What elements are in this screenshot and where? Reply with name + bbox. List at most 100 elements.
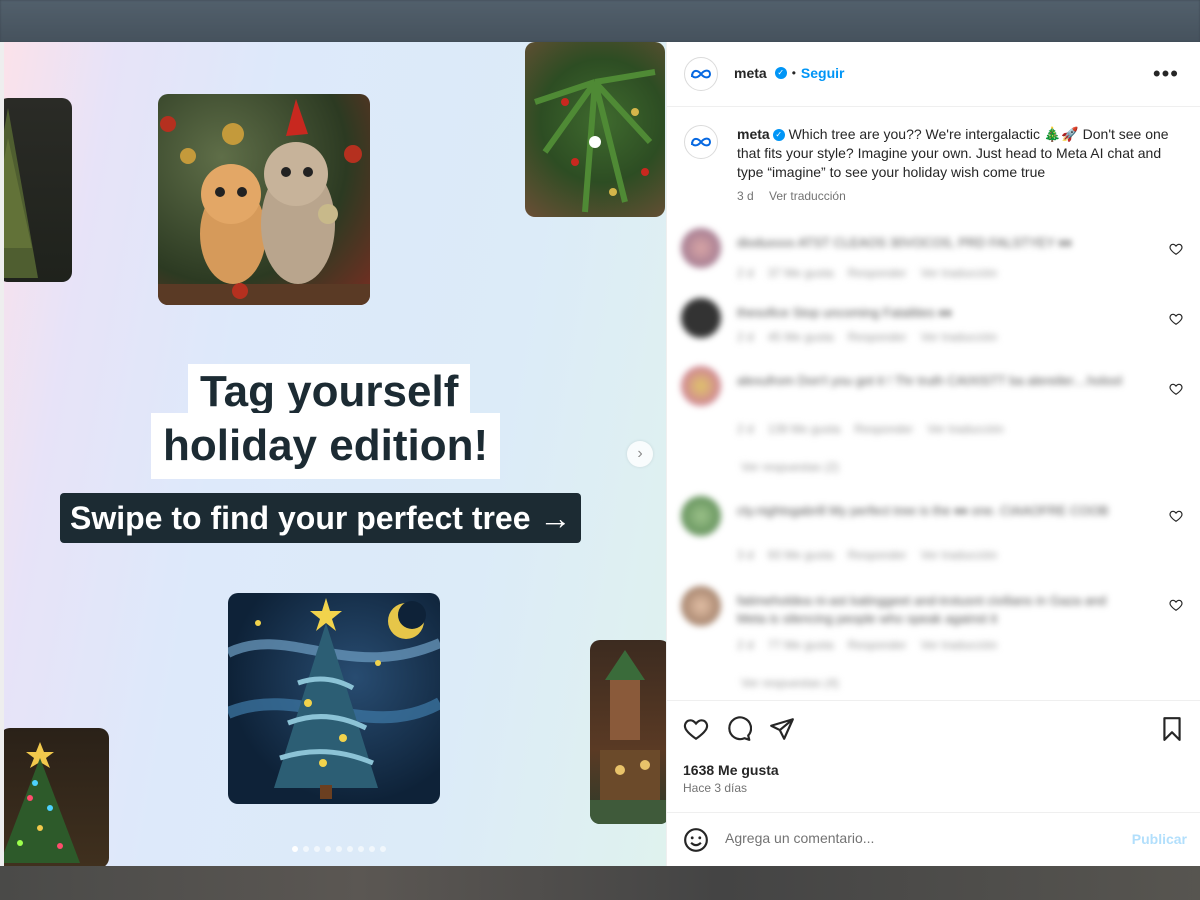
comment-age: 2 d	[737, 330, 754, 344]
comment-likes[interactable]: 45 Me gusta	[768, 330, 834, 344]
reply-link[interactable]: Responder	[848, 330, 907, 344]
comment-text: cty.nightsgabrill My perfect tree is the…	[737, 503, 1109, 518]
comment-likes[interactable]: 77 Me gusta	[768, 638, 834, 652]
carousel-next-button[interactable]: ›	[627, 441, 653, 467]
post-header-user: meta ✓ • Seguir	[734, 65, 844, 81]
translate-link[interactable]: Ver traducción	[927, 422, 1004, 436]
more-options-icon[interactable]: •••	[1153, 61, 1179, 87]
carousel-dot[interactable]	[336, 846, 342, 852]
comment-like-heart-icon[interactable]	[1169, 382, 1183, 396]
actions-divider	[667, 700, 1200, 701]
avatar[interactable]	[681, 496, 721, 536]
meta-avatar[interactable]	[684, 57, 718, 91]
post-username[interactable]: meta	[734, 65, 767, 81]
comment-like-heart-icon[interactable]	[1169, 242, 1183, 256]
emoji-icon[interactable]	[683, 827, 709, 853]
translate-link[interactable]: Ver traducción	[769, 189, 846, 203]
post-media-carousel[interactable]: Tag yourself holiday edition! Swipe to f…	[4, 42, 666, 866]
post-time: Hace 3 días	[683, 781, 748, 795]
comment-text: alexufrom Don't you got it ! Thr truth C…	[737, 373, 1122, 388]
comment-likes[interactable]: 93 Me gusta	[768, 548, 834, 562]
palm-christmas-tree-image	[525, 42, 665, 217]
comment-like-heart-icon[interactable]	[1169, 509, 1183, 523]
verified-badge-icon: ✓	[774, 67, 787, 79]
comment-age: 3 d	[737, 548, 754, 562]
caption-avatar[interactable]	[684, 125, 718, 159]
caption-age: 3 d	[737, 189, 754, 203]
comment-input[interactable]	[723, 829, 1107, 847]
comment-icon[interactable]	[726, 716, 752, 742]
carousel-dot[interactable]	[292, 846, 298, 852]
view-replies-link[interactable]: Ver respuestas (4)	[741, 676, 839, 690]
carousel-dot[interactable]	[325, 846, 331, 852]
likes-count[interactable]: 1638 Me gusta	[683, 762, 779, 778]
carousel-dot[interactable]	[314, 846, 320, 852]
carousel-dots	[292, 846, 386, 852]
comment-text: dioduxxxx ATST CLEAOS 30VOCOS, PRD FALST…	[737, 235, 1072, 250]
meta-logo-icon	[691, 69, 712, 79]
post-header: meta ✓ • Seguir •••	[667, 42, 1200, 107]
reply-link[interactable]: Responder	[848, 266, 907, 280]
bookmark-icon[interactable]	[1159, 716, 1185, 742]
avatar[interactable]	[681, 586, 721, 626]
caption-username[interactable]: meta	[737, 126, 770, 142]
starry-night-tree-image	[228, 593, 440, 804]
like-heart-icon[interactable]	[683, 716, 709, 742]
verified-badge-icon: ✓	[772, 129, 785, 142]
reply-link[interactable]: Responder	[848, 548, 907, 562]
comment-age: 2 d	[737, 638, 754, 652]
comment-age: 2 d	[737, 422, 754, 436]
comment-age: 2 d	[737, 266, 754, 280]
comment-text: thesofice Stop uncoming Fatalities ♦♦	[737, 305, 952, 320]
carousel-dot[interactable]	[358, 846, 364, 852]
comment-meta: 2 d 139 Me gusta Responder Ver traducción	[737, 422, 1018, 436]
avatar[interactable]	[681, 298, 721, 338]
separator-dot: •	[791, 66, 796, 80]
lit-christmas-tree-image	[4, 728, 109, 866]
post-side-panel: meta ✓ • Seguir ••• meta ✓ Which tree are…	[666, 42, 1200, 866]
view-replies-link[interactable]: Ver respuestas (2)	[741, 460, 839, 474]
reply-link[interactable]: Responder	[848, 638, 907, 652]
comment-likes[interactable]: 37 Me gusta	[768, 266, 834, 280]
christmas-village-image	[590, 640, 666, 824]
carousel-dot[interactable]	[369, 846, 375, 852]
caption-meta: 3 d Ver traducción	[737, 189, 858, 203]
comment-like-heart-icon[interactable]	[1169, 312, 1183, 326]
add-comment-bar: Publicar	[667, 812, 1200, 867]
swipe-prompt: Swipe to find your perfect tree →	[60, 493, 582, 543]
headline-line-2: holiday edition!	[151, 413, 501, 479]
comment-likes[interactable]: 139 Me gusta	[768, 422, 841, 436]
carousel-dot[interactable]	[380, 846, 386, 852]
headline-line-1: Tag yourself	[188, 364, 471, 420]
post-caption: meta ✓ Which tree are you?? We're interga…	[737, 125, 1177, 182]
translate-link[interactable]: Ver traducción	[920, 266, 997, 280]
background-top-strip	[0, 0, 1200, 42]
reply-link[interactable]: Responder	[854, 422, 913, 436]
comment-item: dioduxxxx ATST CLEAOS 30VOCOS, PRD FALST…	[681, 228, 1191, 280]
comment-meta: 2 d 37 Me gusta Responder Ver traducción	[737, 266, 1011, 280]
translate-link[interactable]: Ver traducción	[920, 638, 997, 652]
chevron-right-icon: ›	[637, 445, 643, 462]
christmas-tree-image	[4, 98, 72, 282]
comment-meta: 3 d 93 Me gusta Responder Ver traducción	[737, 548, 1011, 562]
comment-like-heart-icon[interactable]	[1169, 598, 1183, 612]
publish-button[interactable]: Publicar	[1132, 831, 1187, 847]
translate-link[interactable]: Ver traducción	[920, 330, 997, 344]
caption-text: Which tree are you?? We're intergalactic…	[737, 126, 1169, 180]
carousel-dot[interactable]	[347, 846, 353, 852]
avatar[interactable]	[681, 228, 721, 268]
comment-item: alexufrom Don't you got it ! Thr truth C…	[681, 366, 1191, 476]
comment-text: fatimeholdea ni-ast katinggeet and-trotu…	[737, 593, 1107, 626]
meta-logo-icon	[691, 137, 712, 147]
comment-item: fatimeholdea ni-ast katinggeet and-trotu…	[681, 586, 1191, 698]
comment-meta: 2 d 77 Me gusta Responder Ver traducción	[737, 638, 1011, 652]
translate-link[interactable]: Ver traducción	[920, 548, 997, 562]
follow-button[interactable]: Seguir	[801, 65, 845, 81]
comment-item: cty.nightsgabrill My perfect tree is the…	[681, 496, 1191, 562]
kittens-image	[158, 94, 370, 305]
carousel-dot[interactable]	[303, 846, 309, 852]
comment-item: thesofice Stop uncoming Fatalities ♦♦ 2 …	[681, 298, 1191, 348]
background-bottom-strip	[0, 866, 1200, 900]
send-icon[interactable]	[769, 716, 795, 742]
avatar[interactable]	[681, 366, 721, 406]
